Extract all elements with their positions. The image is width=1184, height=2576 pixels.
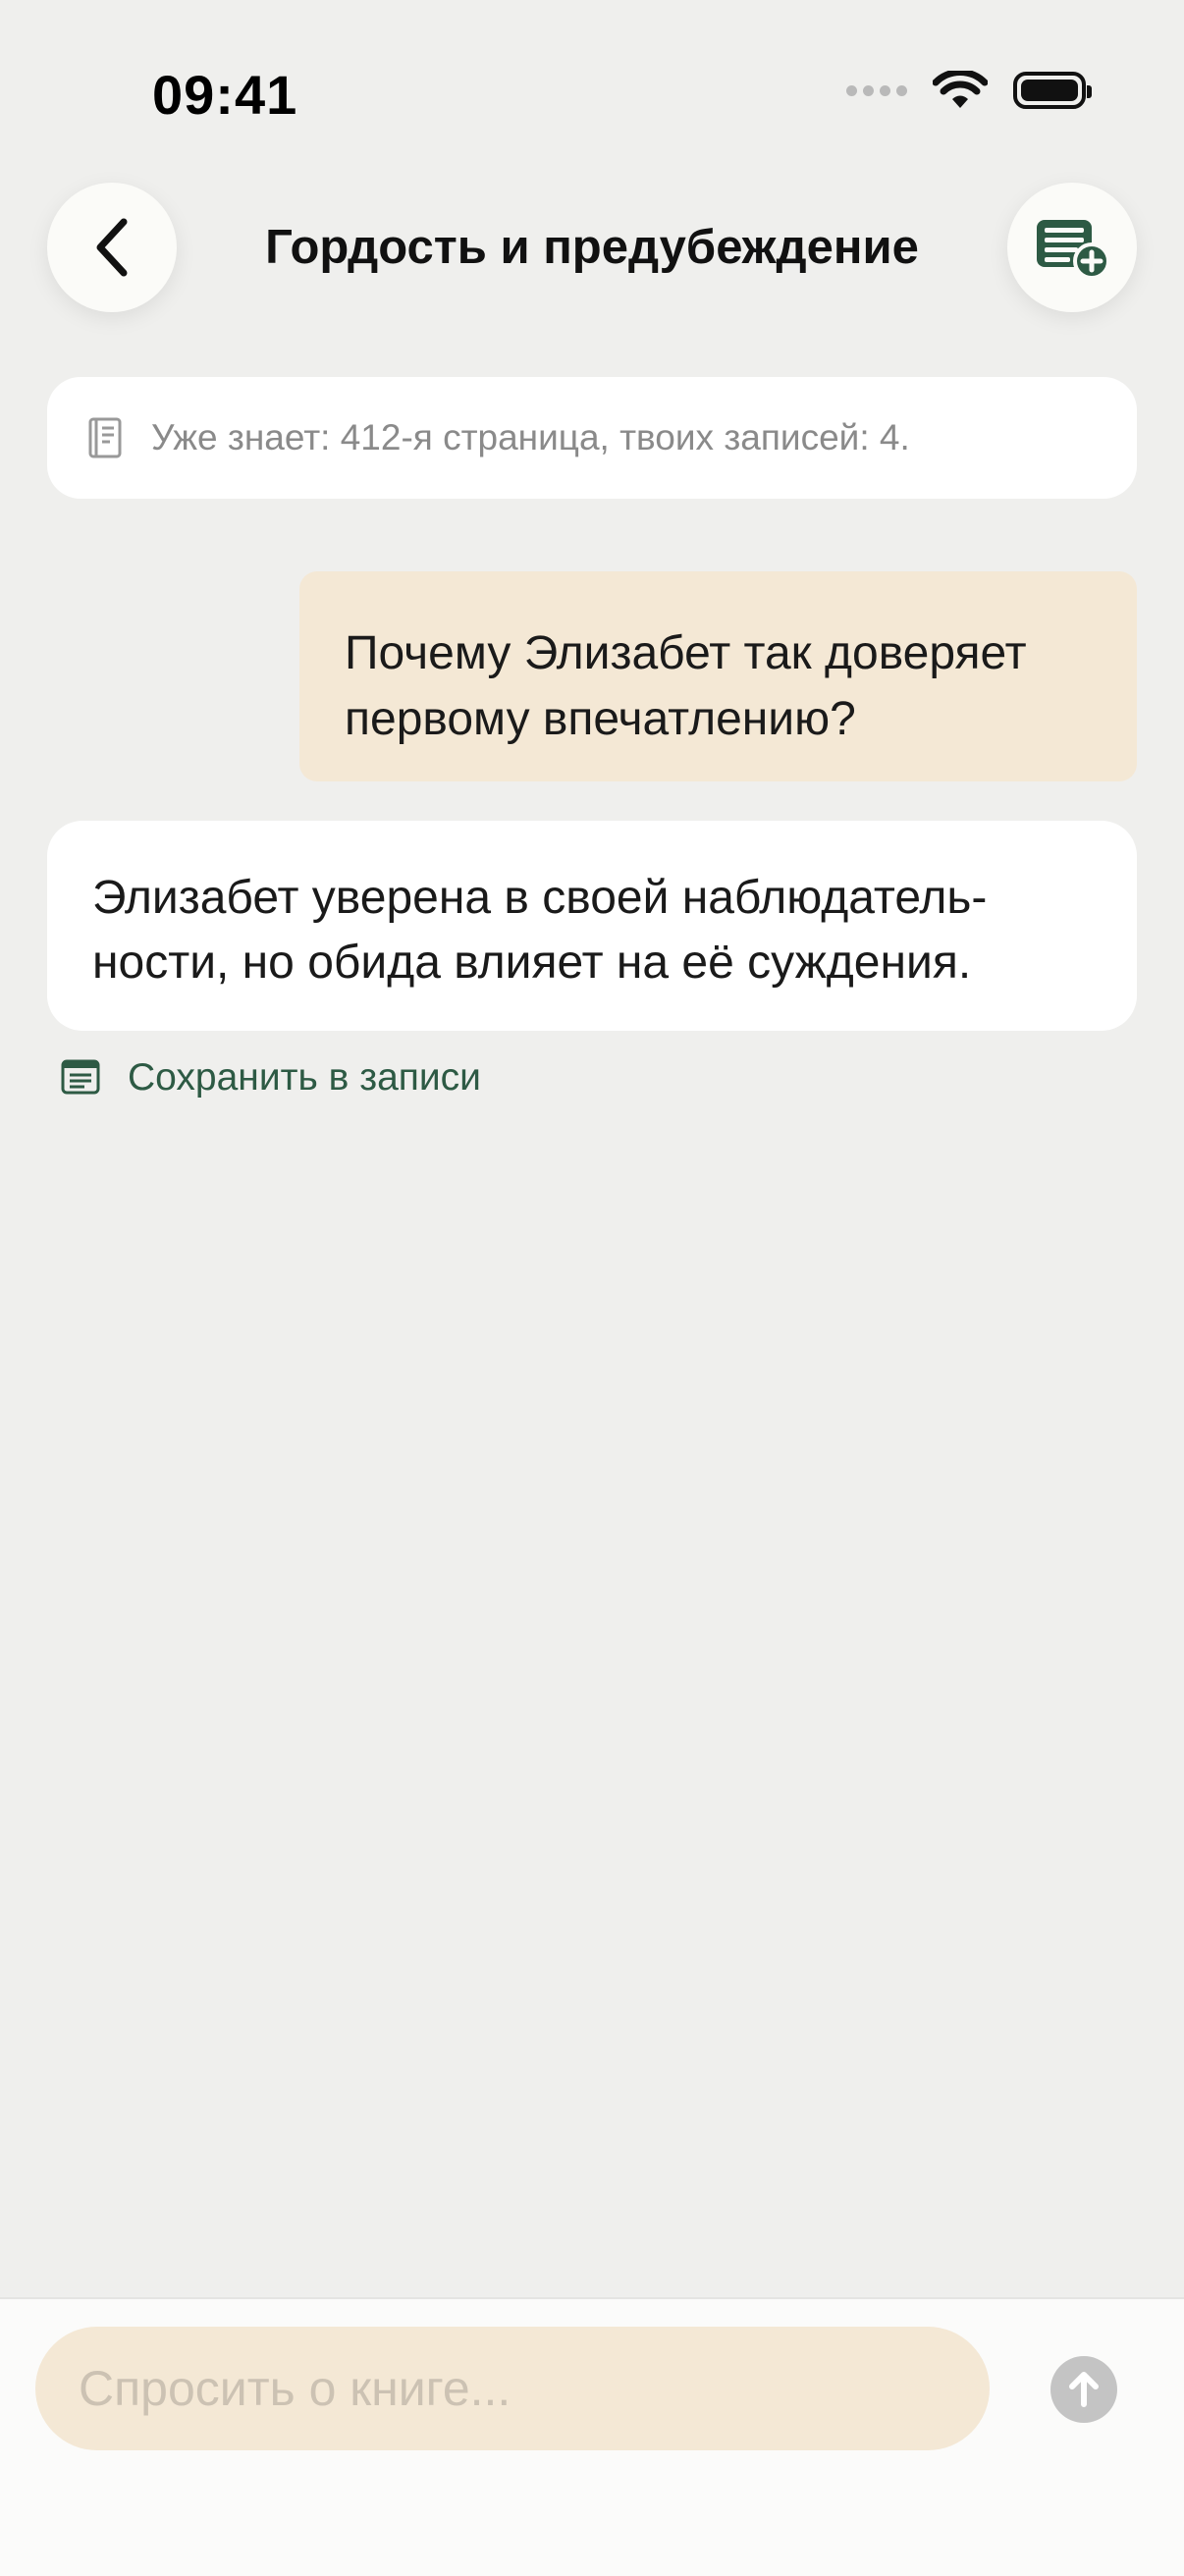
context-text: Уже знает: 412-я страница, твоих записей… [151,417,910,457]
add-note-button[interactable] [1007,183,1137,312]
note-add-icon [1037,220,1110,280]
status-icons [846,71,1092,110]
assistant-message-bubble: Элизабет уверена в своей наблюдатель-нос… [47,821,1137,1031]
save-to-notes-button[interactable]: Сохранить в записи [61,1056,481,1100]
notes-icon [61,1058,100,1098]
back-button[interactable] [47,183,177,312]
composer-bar [0,2297,1184,2576]
status-time: 09:41 [152,64,298,126]
send-button[interactable] [1050,2356,1117,2423]
user-message-bubble: Почему Элизабет так доверяет первому впе… [299,571,1137,781]
book-icon [86,416,130,459]
book-context-banner: Уже знает: 412-я страница, твоих записей… [47,377,1137,499]
page-title: Гордость и предубеждение [265,221,919,274]
arrow-up-icon [1069,2372,1099,2407]
chevron-left-icon [96,218,128,277]
ask-about-book-input[interactable] [35,2327,990,2450]
wifi-icon [933,71,988,108]
save-to-notes-label: Сохранить в записи [128,1056,481,1099]
battery-icon [1013,72,1092,109]
cellular-signal-icon [846,84,907,96]
